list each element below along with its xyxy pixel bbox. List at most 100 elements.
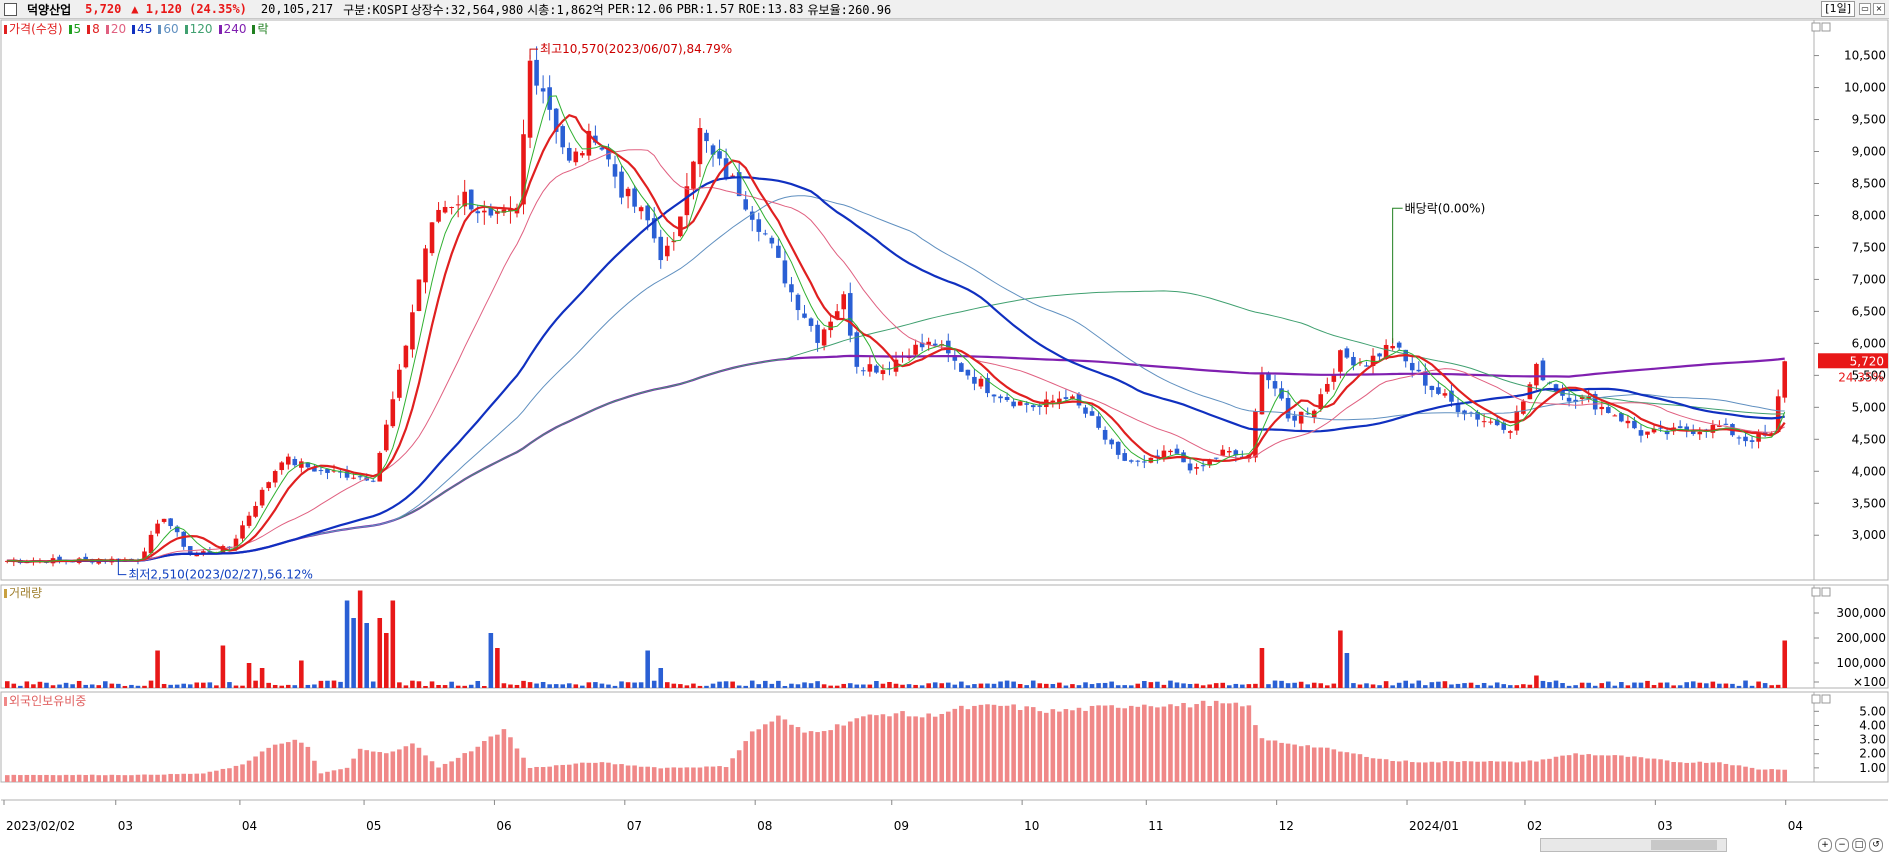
volume-bar bbox=[1279, 680, 1284, 688]
volume-bar bbox=[1566, 685, 1572, 688]
volume-bar bbox=[266, 682, 271, 688]
select-checkbox[interactable] bbox=[4, 2, 17, 16]
legend-item-0[interactable]: 가격(수정) bbox=[4, 22, 63, 36]
foreign-bar bbox=[625, 765, 631, 782]
foreign-bar bbox=[109, 774, 115, 782]
candle-body bbox=[233, 538, 239, 550]
price-tick-label: 6,500 bbox=[1852, 304, 1886, 318]
foreign-bar bbox=[18, 775, 23, 782]
dividend-marker-line bbox=[1392, 207, 1403, 344]
candle-body bbox=[1423, 371, 1428, 386]
volume-bar bbox=[161, 683, 167, 688]
legend-item-8[interactable]: 락 bbox=[252, 22, 269, 36]
close-icon[interactable]: × bbox=[1873, 3, 1885, 15]
zoom-fit-icon[interactable]: □ bbox=[1852, 838, 1866, 852]
volume-bar bbox=[1730, 683, 1735, 688]
legend-item-4[interactable]: 45 bbox=[132, 22, 152, 36]
volume-bar bbox=[952, 684, 958, 688]
foreign-bar bbox=[1351, 753, 1356, 782]
legend-item-1[interactable]: 5 bbox=[68, 22, 81, 36]
candle-body bbox=[1351, 356, 1356, 366]
volume-bar bbox=[1272, 680, 1278, 688]
volume-bar bbox=[625, 682, 631, 688]
foreign-bar bbox=[1285, 743, 1291, 782]
volume-bar bbox=[1527, 684, 1533, 688]
legend-item-6[interactable]: 120 bbox=[184, 22, 213, 36]
foreign-bar bbox=[1174, 706, 1180, 782]
volume-bar bbox=[998, 681, 1003, 688]
period-selector[interactable]: [1일] bbox=[1821, 1, 1855, 17]
candle-body bbox=[1514, 411, 1520, 431]
date-tick-label: 12 bbox=[1279, 819, 1294, 833]
volume-bar bbox=[1259, 648, 1265, 688]
stock-name[interactable]: 덕양산업 bbox=[27, 1, 71, 18]
foreign-bar bbox=[1573, 753, 1578, 782]
volume-bar bbox=[678, 684, 683, 688]
foreign-bar bbox=[1128, 705, 1134, 782]
candle-body bbox=[1481, 421, 1487, 423]
minimize-icon[interactable]: ▭ bbox=[1859, 3, 1871, 15]
volume-bar bbox=[880, 683, 886, 688]
volume-bar bbox=[1723, 683, 1729, 688]
foreign-bar bbox=[468, 751, 474, 782]
volume-bar bbox=[1769, 685, 1774, 688]
volume-bar bbox=[1292, 682, 1297, 688]
foreign-bar bbox=[1416, 762, 1422, 782]
price-tick-label: 4,500 bbox=[1852, 432, 1886, 446]
candle-body bbox=[1579, 396, 1585, 399]
scrollbar-thumb[interactable] bbox=[1651, 840, 1717, 850]
chart-scrollbar[interactable] bbox=[1540, 838, 1727, 852]
candle-body bbox=[266, 482, 271, 489]
legend-item-2[interactable]: 8 bbox=[87, 22, 100, 36]
foreign-bar bbox=[815, 732, 820, 782]
stock-chart[interactable]: 10,500 10,000 9,500 9,000 8,500 8,000 7,500 7,0… bbox=[0, 0, 1889, 852]
volume-bar bbox=[488, 633, 494, 688]
foreign-bar bbox=[383, 753, 389, 782]
foreign-bar bbox=[1148, 706, 1154, 782]
foreign-bar bbox=[312, 760, 317, 782]
legend-item-3[interactable]: 20 bbox=[105, 22, 126, 36]
volume-bar bbox=[1357, 684, 1363, 688]
foreign-bar bbox=[1233, 702, 1239, 782]
foreign-bar bbox=[586, 762, 592, 782]
foreign-bar bbox=[455, 757, 461, 782]
candle-body bbox=[377, 452, 383, 482]
low-price-label: 최저2,510(2023/02/27),56.12% bbox=[128, 568, 313, 582]
candle-body bbox=[906, 356, 912, 359]
candle-body bbox=[540, 88, 546, 92]
volume-bar bbox=[985, 683, 990, 688]
candle-body bbox=[364, 477, 369, 481]
volume-bar bbox=[514, 684, 520, 688]
foreign-bar bbox=[31, 774, 36, 782]
low-marker-line bbox=[117, 558, 127, 576]
volume-bar bbox=[181, 683, 186, 688]
candle-body bbox=[1592, 393, 1598, 410]
volume-bar bbox=[1592, 685, 1598, 688]
candle-body bbox=[1063, 397, 1069, 399]
foreign-bar bbox=[1246, 705, 1252, 782]
volume-bar bbox=[429, 681, 435, 688]
foreign-bar bbox=[795, 727, 801, 782]
candle-body bbox=[1521, 401, 1526, 414]
zoom-out-icon[interactable]: − bbox=[1835, 838, 1849, 852]
candle-body bbox=[1664, 430, 1670, 435]
legend-item-7[interactable]: 240 bbox=[218, 22, 246, 36]
volume-bar bbox=[501, 683, 507, 688]
legend-item-5[interactable]: 60 bbox=[158, 22, 179, 36]
volume-bar bbox=[645, 650, 650, 688]
candle-body bbox=[1762, 432, 1768, 436]
foreign-bar bbox=[416, 747, 422, 782]
candle-body bbox=[1704, 429, 1709, 432]
volume-bar bbox=[1403, 680, 1409, 688]
candle-body bbox=[103, 560, 108, 562]
foreign-bar bbox=[4, 775, 10, 782]
foreign-bar bbox=[442, 763, 448, 782]
candle-body bbox=[1717, 425, 1722, 427]
zoom-in-icon[interactable]: + bbox=[1818, 838, 1832, 852]
zoom-reset-icon[interactable]: ↺ bbox=[1869, 838, 1883, 852]
foreign-bar bbox=[1004, 705, 1010, 782]
foreign-bar bbox=[364, 750, 369, 782]
volume-bar bbox=[730, 681, 735, 688]
candle-body bbox=[593, 135, 598, 143]
volume-bar bbox=[135, 685, 141, 688]
